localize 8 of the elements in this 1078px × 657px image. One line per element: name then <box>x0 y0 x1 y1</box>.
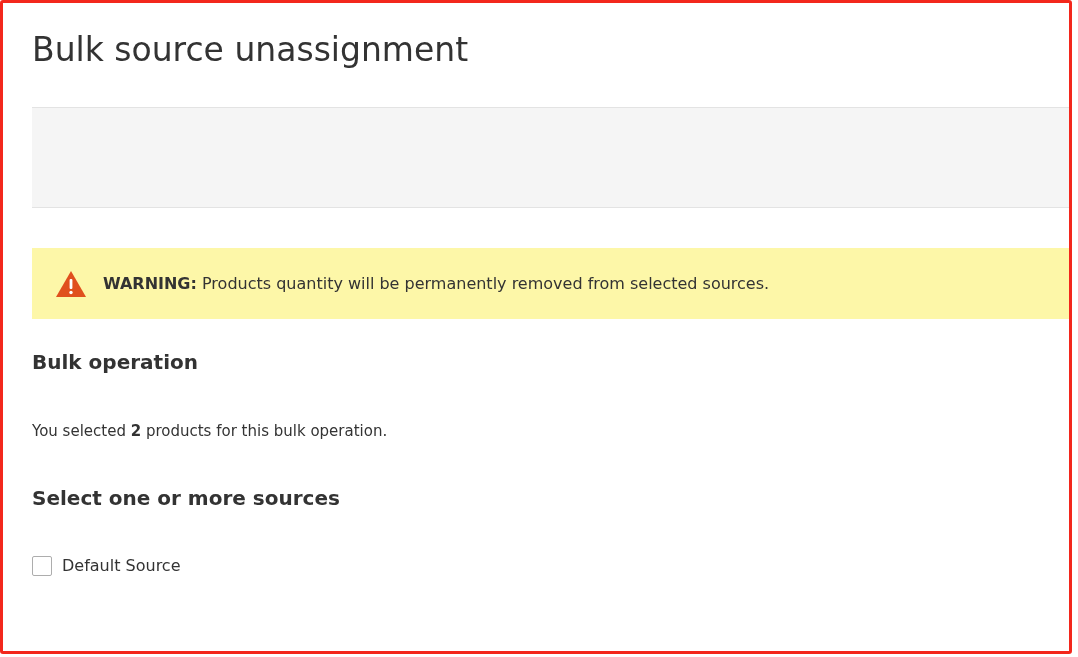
checkbox-label[interactable]: Default Source <box>62 555 181 577</box>
section-heading: Select one or more sources <box>32 485 340 512</box>
selection-summary: You selected 2 products for this bulk operation. <box>32 421 388 442</box>
checkbox[interactable] <box>32 556 52 576</box>
warning-icon <box>56 270 86 297</box>
page-title: Bulk source unassignment <box>32 29 469 71</box>
section-heading: Bulk operation <box>32 349 198 376</box>
warning-text: WARNING: Products quantity will be permanently removed from selected sources. <box>103 272 770 295</box>
